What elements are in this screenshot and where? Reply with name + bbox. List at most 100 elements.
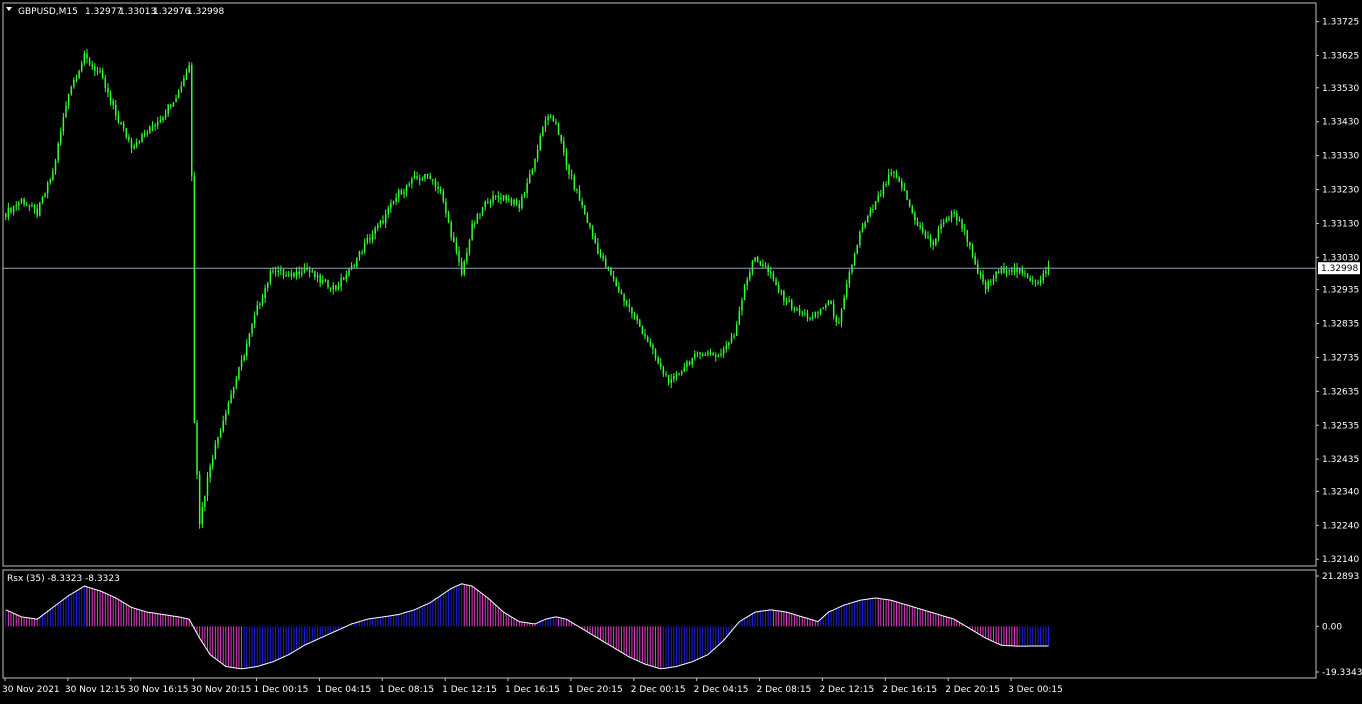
dropdown-triangle-icon[interactable] [6, 7, 12, 11]
candle-body [927, 236, 929, 238]
current-price-label: 1.32998 [1321, 264, 1358, 274]
candle-body [439, 189, 442, 192]
price-tick-label: 1.32935 [1322, 286, 1359, 296]
candle-body [206, 477, 209, 496]
candle-body [992, 278, 995, 282]
candle-body [660, 363, 662, 368]
time-tick-label: 2 Dec 08:15 [757, 685, 812, 695]
candle-body [809, 318, 811, 320]
candle-body [392, 201, 395, 204]
candle-body [73, 79, 75, 87]
candle-body [657, 357, 659, 364]
candle-body [1032, 280, 1034, 282]
candle-body [667, 374, 670, 383]
candle-body [240, 360, 243, 368]
candle-body [864, 222, 866, 227]
candle-body [65, 105, 67, 118]
candle-body [869, 210, 872, 216]
candle-body [830, 300, 832, 305]
candle-body [377, 224, 379, 229]
candle-body [219, 431, 222, 438]
candle-body [298, 271, 300, 275]
candle-body [686, 361, 688, 368]
candle-body [196, 422, 198, 475]
candle-body [329, 287, 332, 290]
candle-body [851, 265, 853, 273]
candle-body [458, 251, 460, 262]
rsx-tick-label: 21.2893 [1322, 572, 1359, 582]
chart-canvas[interactable]: 1.33725 1.33625 1.33530 1.33430 1.33330 1.332… [0, 0, 1362, 700]
candle-body [403, 191, 405, 195]
candle-body [214, 444, 217, 459]
candle-body [230, 394, 232, 403]
candle-body [170, 104, 172, 107]
candle-body [434, 180, 437, 187]
candle-body [1018, 269, 1021, 273]
candle-body [41, 197, 44, 203]
candle-body [615, 279, 617, 287]
candle-body [610, 268, 612, 276]
price-panel[interactable] [3, 48, 1316, 529]
candle-body [683, 367, 686, 372]
candle-body [49, 179, 52, 183]
candle-body [285, 275, 287, 277]
candle-body [96, 70, 99, 72]
candle-body [775, 279, 777, 286]
candle-body [1034, 281, 1037, 283]
time-tick-label: 2 Dec 04:15 [694, 685, 749, 695]
candle-body [547, 116, 549, 121]
candle-body [599, 253, 602, 256]
candle-body [633, 313, 636, 317]
candle-body [18, 202, 20, 206]
candle-body [324, 279, 327, 281]
time-tick-label: 1 Dec 00:15 [254, 685, 309, 695]
candle-body [680, 371, 683, 374]
price-tick-label: 1.33430 [1322, 118, 1359, 128]
candle-body [649, 342, 652, 345]
candle-body [510, 199, 513, 205]
rsx-indicator-label: Rsx (35) -8.3323 -8.3323 [7, 574, 120, 584]
candle-body [445, 201, 447, 214]
candle-body [549, 116, 552, 118]
candle-body [450, 222, 452, 238]
candle-body [484, 201, 486, 208]
price-tick-label: 1.33330 [1322, 152, 1359, 162]
candle-body [201, 506, 203, 525]
candle-body [935, 238, 937, 245]
candle-body [953, 212, 955, 214]
candle-body [468, 239, 471, 253]
rsx-panel[interactable] [5, 583, 1050, 670]
candle-body [942, 222, 945, 225]
candle-body [848, 272, 851, 284]
candle-body [115, 104, 117, 116]
candle-body [149, 126, 151, 133]
candle-body [12, 206, 15, 213]
candle-body [374, 228, 376, 235]
candle-body [99, 70, 101, 72]
candle-body [594, 236, 596, 244]
candle-body [287, 275, 290, 277]
candle-body [120, 122, 122, 124]
price-tick-label: 1.33030 [1322, 253, 1359, 263]
candle-body [874, 201, 877, 210]
candle-body [641, 326, 644, 334]
candle-body [471, 223, 473, 240]
candle-body [94, 66, 96, 71]
candle-body [319, 275, 321, 283]
candle-body [361, 251, 363, 253]
candle-body [534, 158, 536, 170]
candle-body [424, 174, 426, 179]
candle-body [274, 270, 277, 272]
candle-body [631, 307, 633, 314]
candle-body [908, 200, 911, 207]
candle-body [342, 277, 345, 280]
candle-body [691, 358, 693, 365]
candle-body [652, 344, 654, 350]
candle-body [141, 134, 143, 142]
candle-body [586, 213, 589, 223]
candle-body [479, 213, 481, 215]
candle-body [243, 356, 245, 361]
candle-body [5, 213, 7, 218]
candle-body [785, 300, 788, 302]
chart-window[interactable]: 1.33725 1.33625 1.33530 1.33430 1.33330 1.332… [0, 0, 1362, 700]
